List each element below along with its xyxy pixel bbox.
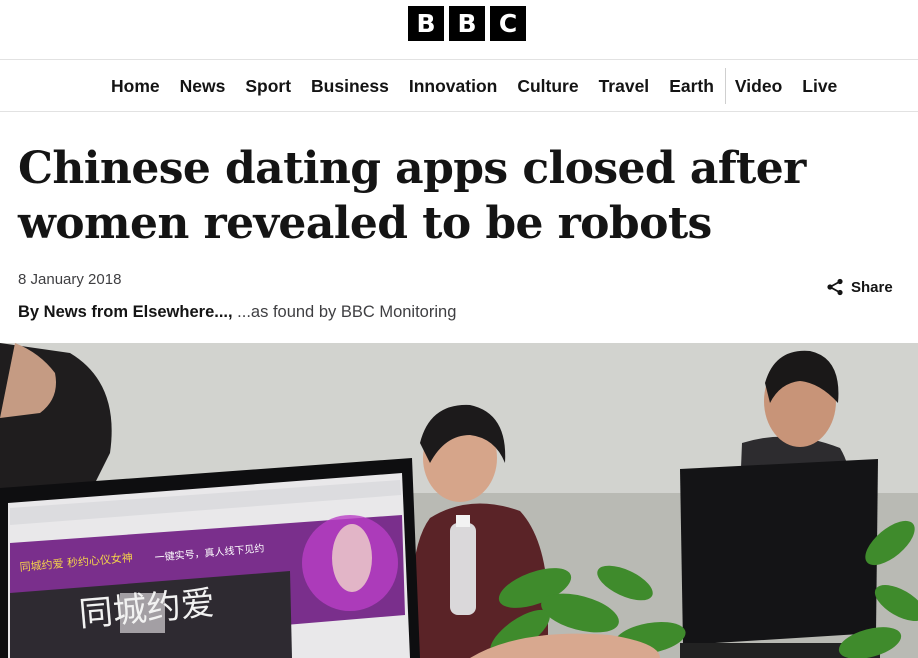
author-name: By News from Elsewhere..., (18, 303, 233, 321)
logo-letter-b2: B (449, 6, 485, 41)
nav-item-business[interactable]: Business (311, 76, 389, 97)
hero-photo: 同城约爱 秒约心仪女神 一键实号，真人线下见约 同城约爱 (0, 343, 918, 658)
share-icon (827, 278, 843, 296)
nav-divider (724, 68, 726, 104)
logo-letter-b1: B (408, 6, 444, 41)
article-date: 8 January 2018 (18, 271, 122, 288)
nav-item-innovation[interactable]: Innovation (409, 76, 497, 97)
nav-item-culture[interactable]: Culture (517, 76, 578, 97)
logo-letter-c: C (490, 6, 526, 41)
article-byline: By News from Elsewhere..., ...as found b… (18, 303, 456, 322)
bbc-logo[interactable]: B B C (408, 6, 526, 41)
nav-item-video[interactable]: Video (735, 76, 782, 97)
site-header: B B C (0, 0, 918, 59)
nav-item-earth[interactable]: Earth (669, 76, 714, 97)
article-hero-image: 同城约爱 秒约心仪女神 一键实号，真人线下见约 同城约爱 (0, 343, 918, 658)
article-headline: Chinese dating apps closed after women r… (18, 143, 806, 249)
main-navigation: Home News Sport Business Innovation Cult… (0, 59, 918, 112)
share-button[interactable]: Share (826, 278, 893, 296)
share-label: Share (851, 278, 893, 296)
nav-item-sport[interactable]: Sport (245, 76, 291, 97)
right-monitor (680, 459, 878, 645)
nav-item-news[interactable]: News (180, 76, 226, 97)
nav-item-home[interactable]: Home (111, 76, 160, 97)
nav-item-travel[interactable]: Travel (599, 76, 650, 97)
nav-item-live[interactable]: Live (802, 76, 837, 97)
byline-suffix: ...as found by BBC Monitoring (232, 303, 457, 321)
